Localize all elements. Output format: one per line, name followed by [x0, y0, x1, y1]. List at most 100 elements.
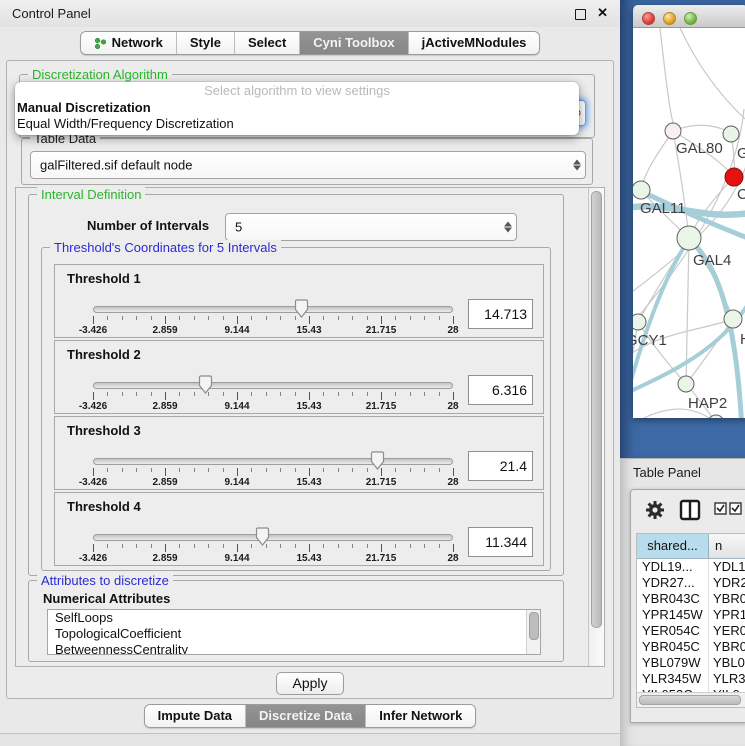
cell-shared-name[interactable]: YDR27... — [637, 575, 709, 591]
network-node-gal4[interactable] — [677, 226, 701, 250]
tab-jactivemnodules[interactable]: jActiveMNodules — [408, 32, 540, 54]
cell-shared-name[interactable]: YBL079W — [637, 655, 709, 671]
tab-label: Infer Network — [379, 705, 462, 727]
cell-name[interactable]: YBR0 — [709, 639, 745, 655]
slider-tick-labels: -3.4262.8599.14415.4321.71528 — [93, 325, 453, 337]
cell-name[interactable]: YDL1 — [709, 559, 745, 575]
tick-label: -3.426 — [79, 553, 107, 564]
table-data-combobox[interactable]: galFiltered.sif default node — [30, 151, 586, 179]
combobox-stepper-icon[interactable] — [573, 160, 581, 171]
network-node-gal80[interactable] — [665, 123, 681, 139]
table-row[interactable]: YER054CYER0 — [637, 623, 745, 639]
cell-shared-name[interactable]: YBR045C — [637, 639, 709, 655]
network-node-c[interactable] — [725, 168, 743, 186]
apply-button[interactable]: Apply — [276, 672, 344, 695]
slider-track[interactable] — [93, 306, 453, 313]
threshold-slider[interactable]: -3.4262.8599.14415.4321.71528 — [93, 451, 453, 489]
cell-name[interactable]: YLR3 — [709, 671, 745, 687]
cell-shared-name[interactable]: YBR043C — [637, 591, 709, 607]
attributes-group: Attributes to discretize Numerical Attri… — [28, 580, 564, 662]
network-node-h[interactable] — [724, 310, 742, 328]
split-columns-icon[interactable] — [679, 499, 701, 521]
close-traffic-light-icon[interactable] — [642, 12, 655, 25]
threshold-coordinates-group: Threshold's Coordinates for 5 Intervals … — [41, 247, 551, 571]
algorithm-option-equal-width-frequency-discretization[interactable]: Equal Width/Frequency Discretization — [15, 116, 579, 132]
control-panel-titlebar: Control Panel ✕ — [0, 0, 620, 27]
slider-track[interactable] — [93, 458, 453, 465]
threshold-value-field[interactable]: 11.344 — [468, 527, 533, 557]
attribute-item-selfloops[interactable]: SelfLoops — [48, 610, 540, 626]
main-vertical-scrollbar[interactable] — [588, 188, 604, 666]
cell-name[interactable]: YDR2 — [709, 575, 745, 591]
tab-label: Impute Data — [158, 705, 232, 727]
threshold-value-field[interactable]: 21.4 — [468, 451, 533, 481]
numerical-attributes-list[interactable]: SelfLoopsTopologicalCoefficientBetweenne… — [47, 609, 541, 655]
tab-network[interactable]: Network — [81, 32, 176, 54]
network-node-gcy1[interactable] — [633, 314, 646, 330]
slider-track[interactable] — [93, 382, 453, 389]
threshold-slider[interactable]: -3.4262.8599.14415.4321.71528 — [93, 375, 453, 413]
network-node-hap2[interactable] — [678, 376, 694, 392]
tick-label: 28 — [447, 401, 458, 412]
number-of-intervals-combobox[interactable]: 5 — [225, 213, 517, 241]
network-node-gal11[interactable] — [633, 181, 650, 199]
threshold-slider[interactable]: -3.4262.8599.14415.4321.71528 — [93, 299, 453, 337]
slider-track[interactable] — [93, 534, 453, 541]
tab-cyni-toolbox[interactable]: Cyni Toolbox — [299, 32, 407, 54]
network-window-titlebar — [633, 5, 745, 28]
number-of-intervals-label: Number of Intervals — [87, 218, 209, 233]
close-icon[interactable]: ✕ — [597, 5, 608, 21]
select-columns-checkboxes-icon[interactable] — [714, 502, 742, 516]
cell-name[interactable]: YER0 — [709, 623, 745, 639]
number-of-intervals-value: 5 — [235, 220, 242, 235]
table-row[interactable]: YDL19...YDL1 — [637, 559, 745, 575]
cell-shared-name[interactable]: YLR345W — [637, 671, 709, 687]
attribute-item-topologicalcoefficient[interactable]: TopologicalCoefficient — [48, 626, 540, 642]
node-table[interactable]: shared... n YDL19...YDL1YDR27...YDR2YBR0… — [636, 533, 745, 708]
column-header-name[interactable]: n — [709, 534, 745, 558]
table-panel-toolbar — [631, 490, 745, 532]
network-canvas[interactable]: GAL80GACGAL11GAL4GCY1HHAP2 — [633, 28, 745, 418]
settings-gear-icon[interactable] — [644, 499, 666, 521]
tab-select[interactable]: Select — [234, 32, 299, 54]
tick-label: 9.144 — [224, 325, 249, 336]
numerical-attributes-label: Numerical Attributes — [43, 591, 170, 606]
zoom-traffic-light-icon[interactable] — [684, 12, 697, 25]
table-row[interactable]: YPR145WYPR1 — [637, 607, 745, 623]
table-row[interactable]: YLR345WYLR3 — [637, 671, 745, 687]
tab-style[interactable]: Style — [176, 32, 234, 54]
tick-label: -3.426 — [79, 401, 107, 412]
network-node-label: C — [737, 186, 745, 203]
column-header-shared-name[interactable]: shared... — [637, 534, 709, 558]
table-row[interactable]: YBR043CYBR0 — [637, 591, 745, 607]
cell-name[interactable]: YPR1 — [709, 607, 745, 623]
table-row[interactable]: YDR27...YDR2 — [637, 575, 745, 591]
tab-discretize-data[interactable]: Discretize Data — [245, 705, 365, 727]
cell-shared-name[interactable]: YDL19... — [637, 559, 709, 575]
table-row[interactable]: YBR045CYBR0 — [637, 639, 745, 655]
tab-infer-network[interactable]: Infer Network — [365, 705, 475, 727]
tick-label: 21.715 — [366, 325, 397, 336]
threshold-value-field[interactable]: 6.316 — [468, 375, 533, 405]
table-panel-window: shared... n YDL19...YDL1YDR27...YDR2YBR0… — [630, 489, 745, 723]
tick-label: 21.715 — [366, 553, 397, 564]
float-window-icon[interactable] — [575, 9, 586, 20]
cell-shared-name[interactable]: YER054C — [637, 623, 709, 639]
table-horizontal-scrollbar[interactable] — [637, 692, 745, 707]
threshold-slider[interactable]: -3.4262.8599.14415.4321.71528 — [93, 527, 453, 565]
table-row[interactable]: YBL079WYBL0 — [637, 655, 745, 671]
tick-label: 2.859 — [152, 325, 177, 336]
minimize-traffic-light-icon[interactable] — [663, 12, 676, 25]
network-node-ga[interactable] — [723, 126, 739, 142]
list-scrollbar[interactable] — [526, 610, 540, 654]
cell-shared-name[interactable]: YPR145W — [637, 607, 709, 623]
algorithm-popup: Select algorithm to view settings Manual… — [15, 82, 579, 135]
attribute-item-betweennesscentrality[interactable]: BetweennessCentrality — [48, 642, 540, 655]
tab-impute-data[interactable]: Impute Data — [145, 705, 245, 727]
slider-ticks — [93, 316, 453, 325]
threshold-value-field[interactable]: 14.713 — [468, 299, 533, 329]
cell-name[interactable]: YBL0 — [709, 655, 745, 671]
algorithm-option-manual-discretization[interactable]: Manual Discretization — [15, 100, 579, 116]
cell-name[interactable]: YBR0 — [709, 591, 745, 607]
combobox-stepper-icon[interactable] — [504, 222, 512, 233]
